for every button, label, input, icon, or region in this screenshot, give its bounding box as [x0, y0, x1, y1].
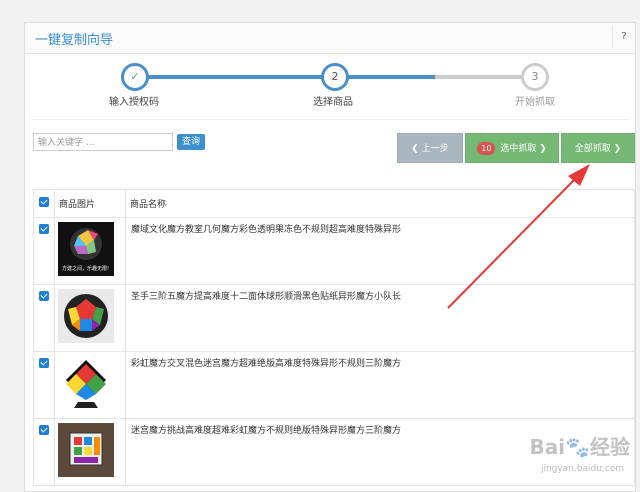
panel-header: 一键复制向导 ? — [25, 23, 635, 54]
step-3-circle: 3 — [521, 63, 549, 91]
paw-icon: 🐾 — [565, 435, 590, 459]
step-1-label: 输入授权码 — [109, 97, 159, 108]
watermark-brand-tail: 经验 — [590, 435, 630, 459]
wizard-steps: ✓ 2 3 输入授权码 选择商品 开始抓取 — [25, 59, 635, 109]
row-checkbox[interactable] — [39, 358, 49, 368]
select-all-checkbox[interactable] — [39, 197, 49, 207]
prev-step-button[interactable]: ❮ 上一步 — [397, 133, 463, 163]
toolbar-divider — [31, 119, 629, 120]
col-header-name: 商品名称 — [125, 189, 635, 218]
thumbnail-caption: 方建之间，乐趣无限! — [62, 266, 110, 272]
panel-title: 一键复制向导 — [35, 33, 114, 48]
help-button[interactable]: ? — [612, 26, 635, 48]
row-checkbox[interactable] — [39, 224, 49, 234]
select-all-cell — [33, 189, 55, 218]
chevron-left-icon: ❮ — [411, 144, 419, 154]
selected-count-badge: 10 — [477, 142, 496, 155]
step-line-done — [135, 75, 335, 79]
crawl-selected-label: 选中抓取 — [500, 144, 537, 154]
product-thumbnail[interactable] — [58, 423, 114, 477]
product-thumbnail[interactable]: 方建之间，乐趣无限! — [58, 222, 114, 276]
crawl-selected-button[interactable]: 10 选中抓取 ❯ — [465, 133, 559, 163]
step-2-label: 选择商品 — [313, 97, 353, 108]
product-name: 圣手三阶五魔方提高难度十二面体球形顺滑黑色贴纸异形魔方小队长 — [125, 284, 635, 352]
product-name: 魔域文化魔方教室几何魔方彩色透明果冻色不规则超高难度特殊异形 — [125, 217, 635, 285]
row-checkbox[interactable] — [39, 425, 49, 435]
table-row: 方建之间，乐趣无限! 魔域文化魔方教室几何魔方彩色透明果冻色不规则超高难度特殊异… — [33, 217, 635, 285]
step-1-circle: ✓ — [121, 63, 149, 91]
product-thumbnail[interactable] — [58, 356, 114, 410]
watermark-url: jingyan.baidu.com — [540, 464, 624, 474]
product-name: 彩虹魔方交叉混色迷宫魔方超难绝版高难度特殊异形不规则三阶魔方 — [125, 351, 635, 419]
table-row: 圣手三阶五魔方提高难度十二面体球形顺滑黑色贴纸异形魔方小队长 — [33, 284, 635, 352]
col-header-image: 商品图片 — [54, 189, 126, 218]
step-line-pending — [435, 75, 535, 79]
chevron-right-icon: ❯ — [613, 144, 622, 154]
crawl-all-button[interactable]: 全部抓取 ❯ — [561, 133, 635, 163]
step-2-circle: 2 — [321, 63, 349, 91]
wizard-panel: 一键复制向导 ? ✓ 2 3 输入授权码 选择商品 开始抓取 输入关键字 ...… — [24, 22, 636, 492]
table-header-row: 商品图片 商品名称 — [33, 189, 635, 218]
watermark-brand: Bai — [529, 435, 566, 459]
table-row: 彩虹魔方交叉混色迷宫魔方超难绝版高难度特殊异形不规则三阶魔方 — [33, 351, 635, 419]
product-thumbnail[interactable] — [58, 289, 114, 343]
search-button[interactable]: 查询 — [177, 134, 205, 150]
crawl-all-label: 全部抓取 — [574, 144, 611, 154]
prev-step-label: 上一步 — [421, 144, 449, 154]
watermark: Bai🐾经验 — [529, 431, 630, 460]
row-checkbox[interactable] — [39, 291, 49, 301]
step-3-label: 开始抓取 — [515, 97, 555, 108]
search-input[interactable]: 输入关键字 ... — [33, 133, 173, 151]
chevron-right-icon: ❯ — [539, 144, 547, 154]
